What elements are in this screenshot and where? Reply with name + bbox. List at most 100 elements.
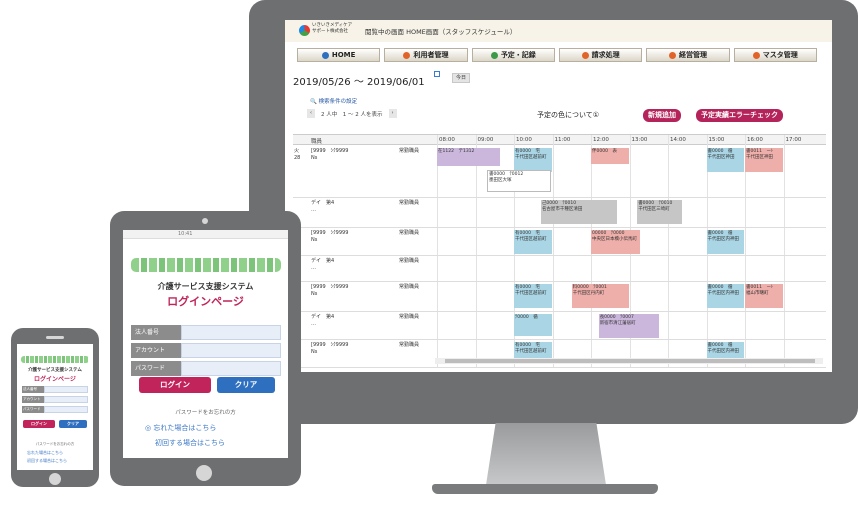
nav-label: マスタ管理 <box>762 51 798 59</box>
tablet-camera <box>202 218 208 224</box>
schedule-event[interactable]: 書0000 循 千代田区神田 <box>706 148 744 172</box>
schedule-event[interactable]: 料0000 ﾃ0001 千代田区丹内町 <box>571 284 629 308</box>
search-settings-label: 検索条件の設定 <box>318 99 358 105</box>
schedule-event[interactable]: ﾃ0000 循 <box>514 314 552 336</box>
prev-page-button[interactable]: ‹ <box>307 109 315 118</box>
nav-label: 予定・記録 <box>500 51 536 59</box>
row-staff-name[interactable]: [9999 ｼｸ9999 Ns <box>311 342 348 356</box>
search-settings-link[interactable]: 🔍 検索条件の設定 <box>310 97 357 105</box>
first-time-link[interactable]: 初回する場合はこちら <box>27 458 67 464</box>
password-input[interactable] <box>44 406 88 413</box>
forgot-link-label: 忘れた場合はこちら <box>153 424 217 432</box>
password-field[interactable]: パスワード <box>131 361 281 376</box>
nav-label: 経営管理 <box>678 51 707 59</box>
schedule-event[interactable]: 有0000 宅 千代田区越前町 <box>514 284 552 308</box>
row-staff-role: 常勤職員 <box>399 200 420 206</box>
hour-label: 12:00 <box>593 137 609 143</box>
nav-item[interactable]: 経営管理 <box>646 48 730 62</box>
row-staff-name[interactable]: デイ 第4 … <box>311 258 334 272</box>
schedule-color-help[interactable]: 予定の色について① <box>537 110 599 120</box>
nav-item[interactable]: HOME <box>297 48 381 62</box>
add-new-button[interactable]: 新規追加 <box>643 109 681 122</box>
field-label: 法人番号 <box>22 386 44 393</box>
nav-item[interactable]: 利用者管理 <box>384 48 468 62</box>
password-input[interactable] <box>181 361 281 376</box>
scrollbar-thumb[interactable] <box>445 359 815 363</box>
schedule-row: デイ 第4 … 常勤職員 ﾃ0000 循 長0000 ﾃ0007 新宿市清江藩居町 <box>293 312 826 340</box>
company-logo[interactable]: いきいきメディケア サポート株式会社 <box>299 23 355 39</box>
row-staff-role: 常勤職員 <box>399 342 420 348</box>
nav-item[interactable]: マスタ管理 <box>733 48 817 62</box>
schedule-event[interactable]: 00000 ﾃ0000 中央区日本橋小伝馬町 <box>591 230 641 254</box>
system-subtitle: 介護サービス支援システム <box>157 282 254 291</box>
forgot-label: パスワードをお忘れの方 <box>175 410 236 416</box>
account-field[interactable]: アカウント <box>131 343 281 358</box>
schedule-event[interactable]: 在1122 テ1312 <box>437 148 500 166</box>
login-button[interactable]: ログイン <box>139 377 211 393</box>
schedule-event[interactable]: 書0011 ーﾄ 千代田区神田 <box>745 148 783 172</box>
main-nav: HOME 利用者管理 予定・記録 請求処理 経営管理 マスタ管理 <box>297 48 817 62</box>
hour-label: 08:00 <box>439 137 455 143</box>
schedule-event[interactable]: 書0000 ﾃ0010 千代田区三崎町 <box>637 200 683 224</box>
logo-text: いきいきメディケア サポート株式会社 <box>312 23 353 34</box>
schedule-event[interactable]: 書0000 ﾃ0012 墨田区大塚 <box>487 170 552 192</box>
row-day: 火 28 <box>294 148 301 161</box>
row-staff-name[interactable]: デイ 第4 … <box>311 314 334 328</box>
nav-item[interactable]: 予定・記録 <box>471 48 555 62</box>
schedule-event[interactable]: 己0000 ﾃ0010 名古屋市千種区清田 <box>540 200 617 224</box>
status-bar: 10:41 <box>123 230 288 239</box>
schedule-event[interactable]: 有0000 宅 千代田区越前町 <box>514 230 552 254</box>
schedule-event[interactable]: 長0000 ﾃ0007 新宿市清江藩居町 <box>598 314 660 338</box>
corp-number-input[interactable] <box>44 386 88 393</box>
desktop-screen: いきいきメディケア サポート株式会社 閲覧中の画面 HOME画面（スタッフスケジ… <box>285 20 832 372</box>
nav-icon <box>490 51 498 59</box>
today-button[interactable]: 今日 <box>452 73 470 83</box>
login-button[interactable]: ログイン <box>23 420 55 428</box>
row-staff-role: 常勤職員 <box>399 258 420 264</box>
schedule-event[interactable]: 書0011 ーﾄ 福山市曙町 <box>745 284 783 308</box>
nav-icon <box>321 51 329 59</box>
phone-screen: 介護サービス支援システム ログインページ 法人番号 アカウント パスワード ログ… <box>17 344 93 470</box>
row-staff-name[interactable]: [9999 ｼｸ9999 Ns <box>311 284 348 298</box>
row-staff-name[interactable]: デイ 第4 … <box>311 200 334 214</box>
field-label: アカウント <box>22 396 44 403</box>
schedule-event[interactable]: 書0000 循 千代田区内神田 <box>706 284 744 308</box>
forgot-link[interactable]: 忘れた場合はこちら <box>27 450 63 456</box>
corp-number-input[interactable] <box>181 325 281 340</box>
field-label: アカウント <box>131 343 181 358</box>
forgot-link[interactable]: ◎ 忘れた場合はこちら <box>145 423 216 433</box>
schedule-row: 木 30[9999 ｼｸ9999 Ns常勤職員有0000 宅 千代田区越前町料0… <box>293 282 826 312</box>
forgot-label: パスワードをお忘れの方 <box>35 442 75 446</box>
schedule-event[interactable]: 伴0000 表 <box>591 148 629 164</box>
next-page-button[interactable]: › <box>388 109 397 118</box>
calendar-icon[interactable] <box>434 71 440 77</box>
first-time-link[interactable]: 初回する場合はこちら <box>155 438 225 448</box>
schedule-event[interactable]: 書0000 循 千代田区内神田 <box>706 230 744 254</box>
schedule-event[interactable]: 有0000 宅 千代田区越前町 <box>514 148 552 172</box>
nav-label: HOME <box>331 51 356 59</box>
app-header: いきいきメディケア サポート株式会社 閲覧中の画面 HOME画面（スタッフスケジ… <box>285 20 832 42</box>
account-input[interactable] <box>181 343 281 358</box>
staff-schedule-grid: 職員 08:00 09:00 10:00 11:00 12:00 13:00 14:00 15… <box>293 134 826 368</box>
hour-label: 11:00 <box>554 137 571 143</box>
row-staff-name[interactable]: [9999 ｼｸ9999 Ns <box>311 230 348 244</box>
error-check-button[interactable]: 予定実績エラーチェック <box>696 109 783 122</box>
clear-button[interactable]: クリア <box>59 420 87 428</box>
nav-icon <box>581 51 589 59</box>
nav-label: 請求処理 <box>591 51 620 59</box>
corp-number-field[interactable]: 法人番号 <box>22 386 88 393</box>
horizontal-scrollbar[interactable] <box>435 358 823 364</box>
hour-label: 17:00 <box>785 137 802 143</box>
clear-button[interactable]: クリア <box>217 377 275 393</box>
password-field[interactable]: パスワード <box>22 406 88 413</box>
nav-item[interactable]: 請求処理 <box>558 48 643 62</box>
row-staff-name[interactable]: [9999 ｼｸ9999 Ns <box>311 148 348 162</box>
nav-icon <box>403 51 411 59</box>
corp-number-field[interactable]: 法人番号 <box>131 325 281 340</box>
account-input[interactable] <box>44 396 88 403</box>
grid-header: 職員 08:00 09:00 10:00 11:00 12:00 13:00 14:00 15… <box>293 135 826 145</box>
account-field[interactable]: アカウント <box>22 396 88 403</box>
nav-label: 利用者管理 <box>413 51 449 59</box>
pager: ‹ 2 人中 1 ～ 2 人を表示 › <box>307 109 397 118</box>
schedule-row: 火 28 [9999 ｼｸ9999 Ns 常勤職員 在1122 テ1312 有0000 … <box>293 146 826 198</box>
